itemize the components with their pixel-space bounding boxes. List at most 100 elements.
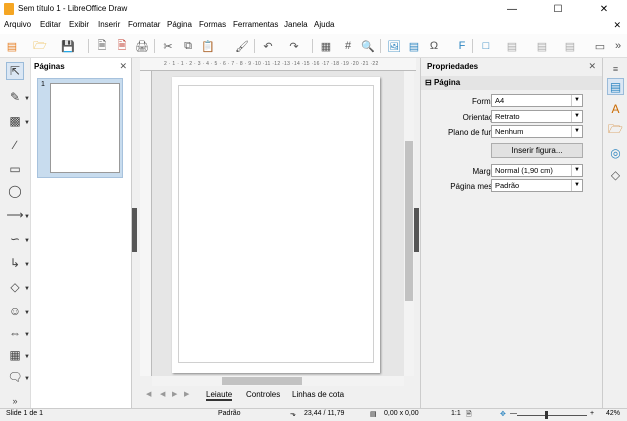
copy-icon[interactable]: ⧉ <box>180 38 196 54</box>
sidebar-collapse-handle[interactable] <box>414 208 419 252</box>
layer-tabs-bar: ◀ ◀ ▶ ▶ Leiaute Controles Linhas de cota <box>140 386 416 404</box>
shapes-tab-icon[interactable]: ◇ <box>607 166 624 183</box>
horizontal-ruler[interactable]: 2 · 1 · 1 · 2 · 3 · 4 · 5 · 6 · 7 · 8 · … <box>140 58 416 71</box>
horizontal-scroll-thumb[interactable] <box>222 377 302 385</box>
distribute-icon[interactable]: ▤ <box>562 38 578 54</box>
collapse-section-icon[interactable]: ⊟ <box>425 78 432 87</box>
zoom-icon[interactable]: 🔍 <box>360 38 376 54</box>
sidebar-menu-icon[interactable]: ≡ <box>607 60 624 77</box>
menu-formas[interactable]: Formas <box>199 20 226 29</box>
symbol-shapes-icon[interactable]: ☺ <box>6 302 24 320</box>
menu-inserir[interactable]: Inserir <box>98 20 120 29</box>
open-icon[interactable]: 🗁 <box>32 38 48 54</box>
select-icon[interactable]: ⇱ <box>6 62 24 80</box>
tab-linhas-de-cota[interactable]: Linhas de cota <box>292 390 344 399</box>
menu-editar[interactable]: Editar <box>40 20 61 29</box>
pages-panel-close-icon[interactable]: ✕ <box>119 61 127 72</box>
tab-leiaute[interactable]: Leiaute <box>206 390 233 401</box>
menu-pagina[interactable]: Página <box>167 20 192 29</box>
flowchart-icon[interactable]: ▦ <box>6 346 24 364</box>
properties-tab-icon[interactable]: ▤ <box>607 78 624 95</box>
vertical-scrollbar[interactable] <box>404 71 414 376</box>
export-pdf-icon[interactable]: 🗎 <box>114 38 130 54</box>
drawing-canvas[interactable] <box>152 71 404 376</box>
pages-panel-collapse-handle[interactable] <box>132 208 137 252</box>
last-tab-icon[interactable]: ▶ <box>184 390 189 398</box>
menu-janela[interactable]: Janela <box>284 20 308 29</box>
zoom-in-icon[interactable]: + <box>590 410 594 417</box>
arrow-line-icon[interactable]: ⟶ <box>6 206 24 224</box>
ellipse-icon[interactable]: ◯ <box>6 182 24 200</box>
horizontal-scrollbar[interactable] <box>152 376 404 386</box>
transformations-icon[interactable]: □ <box>478 38 494 54</box>
position-icon: ⬎ <box>290 411 296 418</box>
fontwork-icon[interactable]: F <box>454 38 470 54</box>
minimize-button[interactable]: — <box>489 0 535 18</box>
menu-ferramentas[interactable]: Ferramentas <box>233 20 278 29</box>
close-document-icon[interactable]: ✕ <box>613 20 621 31</box>
zoom-slider-handle[interactable] <box>545 411 548 419</box>
undo-icon[interactable]: ↶ <box>260 38 276 54</box>
orientation-select[interactable]: Retrato ▼ <box>491 110 583 123</box>
close-button[interactable]: ✕ <box>581 0 627 18</box>
properties-close-icon[interactable]: ✕ <box>588 61 596 72</box>
styles-tab-icon[interactable]: A <box>607 100 624 117</box>
line-icon[interactable]: ∕ <box>6 136 24 154</box>
background-select[interactable]: Nenhum ▼ <box>491 125 583 138</box>
navigator-tab-icon[interactable]: ◎ <box>607 144 624 161</box>
zoom-level[interactable]: 42% <box>606 410 620 417</box>
tab-controles[interactable]: Controles <box>246 390 280 399</box>
insert-image-icon[interactable]: 🖼 <box>386 38 402 54</box>
helplines-icon[interactable]: # <box>340 38 356 54</box>
menu-arquivo[interactable]: Arquivo <box>4 20 31 29</box>
export-icon[interactable]: 🗎 <box>94 38 110 54</box>
format-value: A4 <box>495 96 505 105</box>
insert-textbox-icon[interactable]: ▤ <box>406 38 422 54</box>
block-arrows-icon[interactable]: ⇔ <box>6 324 24 342</box>
menu-ajuda[interactable]: Ajuda <box>314 20 334 29</box>
special-character-icon[interactable]: Ω <box>426 38 442 54</box>
scale-indicator[interactable]: 1:1 <box>451 410 461 417</box>
properties-panel: Propriedades ✕ ⊟ Página Formato: A4 ▼ Or… <box>420 58 602 408</box>
arrange-icon[interactable]: ▤ <box>534 38 550 54</box>
drawing-page[interactable] <box>172 77 380 373</box>
line-color-icon[interactable]: ✎ <box>6 88 24 106</box>
basic-shapes-icon[interactable]: ◇ <box>6 278 24 296</box>
vertical-ruler[interactable] <box>140 71 152 376</box>
paste-icon[interactable]: 📋 <box>200 38 216 54</box>
connector-icon[interactable]: ↳ <box>6 254 24 272</box>
master-page-select[interactable]: Padrão ▼ <box>491 179 583 192</box>
curve-icon[interactable]: ∽ <box>6 230 24 248</box>
zoom-slider[interactable] <box>517 415 587 416</box>
menu-exibir[interactable]: Exibir <box>69 20 89 29</box>
menu-formatar[interactable]: Formatar <box>128 20 160 29</box>
page-thumbnail-selected[interactable]: 1 <box>37 78 123 178</box>
maximize-button[interactable]: ☐ <box>535 0 581 18</box>
gallery-tab-icon[interactable]: 🗁 <box>607 122 624 139</box>
grid-icon[interactable]: ▦ <box>318 38 334 54</box>
save-icon[interactable]: 💾 <box>60 38 76 54</box>
shadow-icon[interactable]: ▭ <box>592 38 608 54</box>
print-icon[interactable]: 🖨 <box>134 38 150 54</box>
margin-select[interactable]: Normal (1,90 cm) ▼ <box>491 164 583 177</box>
align-icon[interactable]: ▤ <box>504 38 520 54</box>
prev-tab-icon[interactable]: ◀ <box>160 390 165 398</box>
page-thumbnail[interactable] <box>50 83 120 173</box>
next-tab-icon[interactable]: ▶ <box>172 390 177 398</box>
callouts-icon[interactable]: 🗨 <box>6 368 24 386</box>
fit-page-icon[interactable]: ✥ <box>500 410 506 418</box>
more-tools-icon[interactable]: » <box>610 38 626 54</box>
zoom-out-icon[interactable]: — <box>510 410 517 417</box>
redo-icon[interactable]: ↷ <box>286 38 302 54</box>
format-select[interactable]: A4 ▼ <box>491 94 583 107</box>
fill-color-icon[interactable]: ▩ <box>6 112 24 130</box>
rectangle-icon[interactable]: ▭ <box>6 160 24 178</box>
master-page-indicator[interactable]: Padrão <box>218 410 241 417</box>
insert-figure-button[interactable]: Inserir figura... <box>491 143 583 158</box>
first-tab-icon[interactable]: ◀ <box>146 390 151 398</box>
cut-icon[interactable]: ✂ <box>160 38 176 54</box>
clone-formatting-icon[interactable]: 🖌 <box>234 38 250 54</box>
vertical-scroll-thumb[interactable] <box>405 141 413 301</box>
page-section-header[interactable]: ⊟ Página <box>421 76 602 90</box>
new-icon[interactable]: ▤ <box>4 38 20 54</box>
